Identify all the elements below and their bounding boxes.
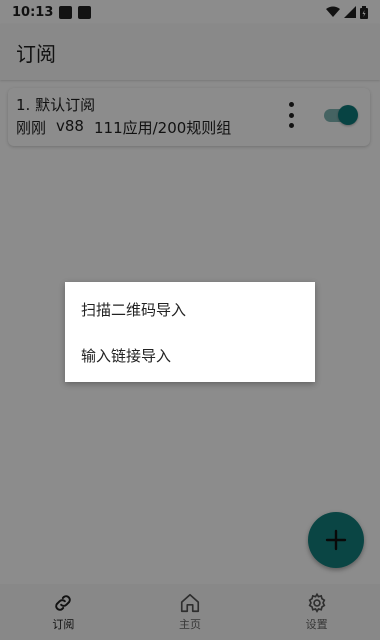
import-menu: 扫描二维码导入 输入链接导入: [65, 282, 315, 382]
menu-item-scan-qr[interactable]: 扫描二维码导入: [81, 299, 186, 320]
menu-item-input-link[interactable]: 输入链接导入: [81, 345, 171, 366]
